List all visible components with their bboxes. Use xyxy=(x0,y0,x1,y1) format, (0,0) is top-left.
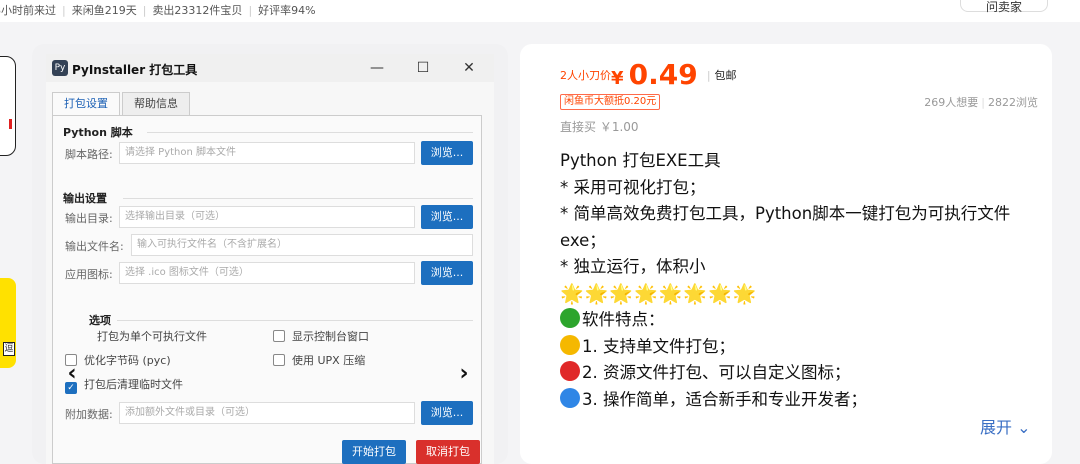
group-divider xyxy=(117,320,473,321)
expand-description-button[interactable]: 展开 ⌄ xyxy=(980,414,1031,438)
options-group-title: 选项 xyxy=(89,314,111,327)
feature-line: 3. 操作简单，适合新手和专业开发者； xyxy=(560,387,1050,414)
group-divider xyxy=(123,198,473,199)
description-line: * 简单高效免费打包工具，Python脚本一键打包为可执行文件exe； xyxy=(560,204,1011,250)
currency-symbol: ¥ xyxy=(611,68,624,89)
extra-data-label: 附加数据: xyxy=(65,408,113,421)
group-divider xyxy=(147,132,473,133)
settings-panel: Python 脚本 脚本路径: 请选择 Python 脚本文件 浏览... 输出… xyxy=(52,115,482,464)
expand-label: 展开 xyxy=(980,418,1013,437)
pyinstaller-window-screenshot: Py PyInstaller 打包工具 — ☐ ✕ 打包设置 帮助信息 Pyth… xyxy=(46,54,494,464)
feature-text: 3. 操作简单，适合新手和专业开发者； xyxy=(582,389,867,409)
positive-rate: 好评率94% xyxy=(258,4,316,17)
items-sold: 卖出23312件宝贝 xyxy=(152,4,243,17)
script-group-title: Python 脚本 xyxy=(63,126,133,139)
option-label: 显示控制台窗口 xyxy=(292,330,369,343)
ask-seller-button[interactable]: 问卖家 xyxy=(960,0,1048,14)
output-name-label: 输出文件名: xyxy=(65,240,124,253)
output-name-input: 输入可执行文件名（不含扩展名） xyxy=(131,234,473,256)
feature-line: 2. 资源文件打包、可以自定义图标； xyxy=(560,360,1050,387)
window-title: PyInstaller 打包工具 xyxy=(72,63,198,77)
option-label: 打包为单个可执行文件 xyxy=(97,330,207,343)
green-circle-icon xyxy=(560,308,580,328)
browse-output-button: 浏览... xyxy=(421,205,473,229)
output-dir-label: 输出目录: xyxy=(65,212,113,225)
tab-help-info: 帮助信息 xyxy=(122,92,190,116)
feature-text: 1. 支持单文件打包； xyxy=(582,336,735,356)
next-image-button[interactable]: › xyxy=(452,362,476,388)
star-emoji-row: 🌟🌟🌟🌟🌟🌟🌟🌟 xyxy=(560,282,758,305)
description-title: Python 打包EXE工具 xyxy=(560,151,721,170)
checkbox xyxy=(273,354,285,366)
option-label: 使用 UPX 压缩 xyxy=(292,354,366,367)
shipping-info: | 包邮 xyxy=(703,69,737,82)
feature-text: 2. 资源文件打包、可以自定义图标； xyxy=(582,363,851,382)
divider: | xyxy=(248,4,253,17)
accent-mark xyxy=(9,119,12,129)
maximize-icon: ☐ xyxy=(416,60,430,76)
divider: | xyxy=(62,4,66,17)
chevron-down-icon: ⌄ xyxy=(1017,418,1031,437)
tab-package-settings: 打包设置 xyxy=(52,92,120,116)
last-seen: 8小时前来过 xyxy=(0,4,56,17)
checkbox xyxy=(273,330,285,342)
feature-line: 1. 支持单文件打包； xyxy=(560,334,1050,361)
extra-data-input: 添加额外文件或目录（可选） xyxy=(119,402,415,424)
product-image-gallery[interactable]: Py PyInstaller 打包工具 — ☐ ✕ 打包设置 帮助信息 Pyth… xyxy=(32,44,508,464)
seller-stats: 8小时前来过 | 来闲鱼219天 | 卖出23312件宝贝 | 好评率94% xyxy=(0,2,316,18)
adjacent-card-left[interactable] xyxy=(0,56,16,156)
app-icon-label: 应用图标: xyxy=(65,268,113,281)
product-stats: 269人想要 | 2822浏览 xyxy=(924,94,1038,110)
script-path-label: 脚本路径: xyxy=(65,148,113,161)
prev-image-button[interactable]: ‹ xyxy=(60,362,84,388)
features-title-line: 软件特点： xyxy=(560,307,1050,334)
script-path-input: 请选择 Python 脚本文件 xyxy=(119,142,415,164)
days-on-platform: 来闲鱼219天 xyxy=(71,4,137,17)
wants-count: 269人想要 xyxy=(924,96,979,109)
output-group-title: 输出设置 xyxy=(63,192,107,205)
views-count: 2822浏览 xyxy=(988,96,1038,109)
seller-info-strip: 8小时前来过 | 来闲鱼219天 | 卖出23312件宝贝 | 好评率94% 问卖家 xyxy=(0,0,1080,22)
browse-extra-button: 浏览... xyxy=(421,401,473,425)
window-titlebar: Py PyInstaller 打包工具 — ☐ ✕ xyxy=(46,54,494,82)
app-icon: Py xyxy=(52,60,68,76)
description-line: * 采用可视化打包； xyxy=(560,177,706,197)
features-title: 软件特点： xyxy=(582,310,665,329)
price-row: 2人小刀价¥ 0.49 | 包邮 xyxy=(560,58,737,91)
divider: | xyxy=(706,69,711,82)
app-icon-input: 选择 .ico 图标文件（可选） xyxy=(119,262,415,284)
direct-buy-price: 直接买 ￥1.00 xyxy=(560,120,639,134)
option-onefile: 打包为单个可执行文件 xyxy=(97,328,207,344)
divider: | xyxy=(981,96,985,109)
price-prefix: 2人小刀价 xyxy=(560,69,611,82)
close-icon: ✕ xyxy=(463,60,475,76)
browse-script-button: 浏览... xyxy=(421,141,473,165)
browse-icon-button: 浏览... xyxy=(421,261,473,285)
red-circle-icon xyxy=(560,361,580,381)
coupon-badge[interactable]: 闲鱼币大额抵0.20元 xyxy=(560,94,661,110)
adjacent-banner-left[interactable]: 逗 xyxy=(0,278,16,368)
output-dir-input: 选择输出目录（可选） xyxy=(119,206,415,228)
blue-circle-icon xyxy=(560,387,580,408)
banner-badge: 逗 xyxy=(3,342,15,356)
shipping-label: 包邮 xyxy=(714,69,737,82)
option-label: 优化字节码 (pyc) xyxy=(84,354,171,367)
option-upx: 使用 UPX 压缩 xyxy=(273,352,365,368)
minimize-icon: — xyxy=(370,60,384,76)
option-label: 打包后清理临时文件 xyxy=(84,378,183,391)
yellow-circle-icon xyxy=(560,334,580,355)
product-description: Python 打包EXE工具 * 采用可视化打包； * 简单高效免费打包工具，P… xyxy=(560,148,1050,413)
start-packaging-button: 开始打包 xyxy=(342,440,406,464)
option-console: 显示控制台窗口 xyxy=(273,328,369,344)
description-line: * 独立运行，体积小 xyxy=(560,257,706,276)
product-info-panel: 2人小刀价¥ 0.49 | 包邮 闲鱼币大额抵0.20元 269人想要 | 2822浏… xyxy=(520,44,1052,464)
price-value: 0.49 xyxy=(628,58,698,91)
cancel-packaging-button: 取消打包 xyxy=(416,440,480,464)
divider: | xyxy=(142,4,147,17)
